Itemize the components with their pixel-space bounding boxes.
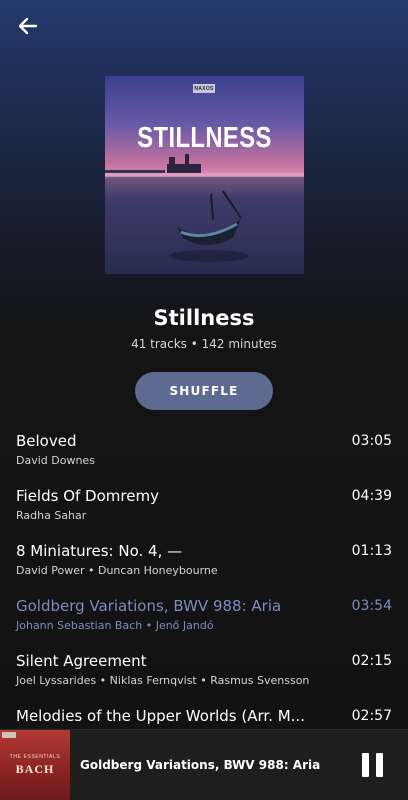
- track-artists: David Downes: [16, 454, 95, 467]
- album-meta: 41 tracks • 142 minutes: [131, 337, 277, 351]
- cover-artwork: [105, 154, 304, 274]
- pause-button[interactable]: [362, 753, 384, 777]
- track-title: Fields Of Domremy: [16, 487, 159, 505]
- track-title: 8 Miniatures: No. 4, —: [16, 542, 183, 560]
- track-duration: 03:05: [351, 433, 392, 449]
- track-title: Beloved: [16, 432, 77, 450]
- track-row[interactable]: Beloved David Downes 03:05: [0, 428, 408, 483]
- arrow-left-icon: [18, 17, 38, 35]
- artwork-title: BACH: [15, 762, 55, 776]
- now-playing-artwork: THE ESSENTIALS BACH: [0, 730, 70, 800]
- mini-player[interactable]: THE ESSENTIALS BACH Goldberg Variations,…: [0, 729, 408, 800]
- track-duration: 04:39: [351, 488, 392, 504]
- track-title: Silent Agreement: [16, 652, 147, 670]
- track-duration: 03:54: [351, 598, 392, 614]
- track-duration: 02:57: [351, 708, 392, 724]
- track-artists: Johann Sebastian Bach • Jenő Jandó: [16, 619, 214, 632]
- back-button[interactable]: [12, 10, 44, 42]
- track-title: Melodies of the Upper Worlds (Arr. M...: [16, 707, 305, 725]
- label-badge: NAXOS: [193, 84, 215, 93]
- album-title: Stillness: [153, 306, 255, 330]
- track-duration: 01:13: [351, 543, 392, 559]
- track-row[interactable]: Silent Agreement Joel Lyssarides • Nikla…: [0, 648, 408, 703]
- track-row-now-playing[interactable]: Goldberg Variations, BWV 988: Aria Johan…: [0, 593, 408, 648]
- track-row[interactable]: Fields Of Domremy Radha Sahar 04:39: [0, 483, 408, 538]
- track-row[interactable]: 8 Miniatures: No. 4, — David Power • Dun…: [0, 538, 408, 593]
- track-duration: 02:15: [351, 653, 392, 669]
- cover-title: STILLNESS: [137, 122, 272, 154]
- track-artists: Joel Lyssarides • Niklas Fernqvist • Ras…: [16, 674, 310, 687]
- track-title: Goldberg Variations, BWV 988: Aria: [16, 597, 282, 615]
- album-cover: NAXOS STILLNESS: [105, 76, 304, 274]
- track-artists: David Power • Duncan Honeybourne: [16, 564, 218, 577]
- now-playing-title: Goldberg Variations, BWV 988: Aria: [80, 758, 321, 772]
- track-artists: Radha Sahar: [16, 509, 87, 522]
- artwork-subtitle: THE ESSENTIALS: [9, 754, 61, 760]
- track-list: Beloved David Downes 03:05 Fields Of Dom…: [0, 428, 408, 758]
- shuffle-button[interactable]: SHUFFLE: [135, 372, 273, 410]
- label-tag: [2, 732, 16, 738]
